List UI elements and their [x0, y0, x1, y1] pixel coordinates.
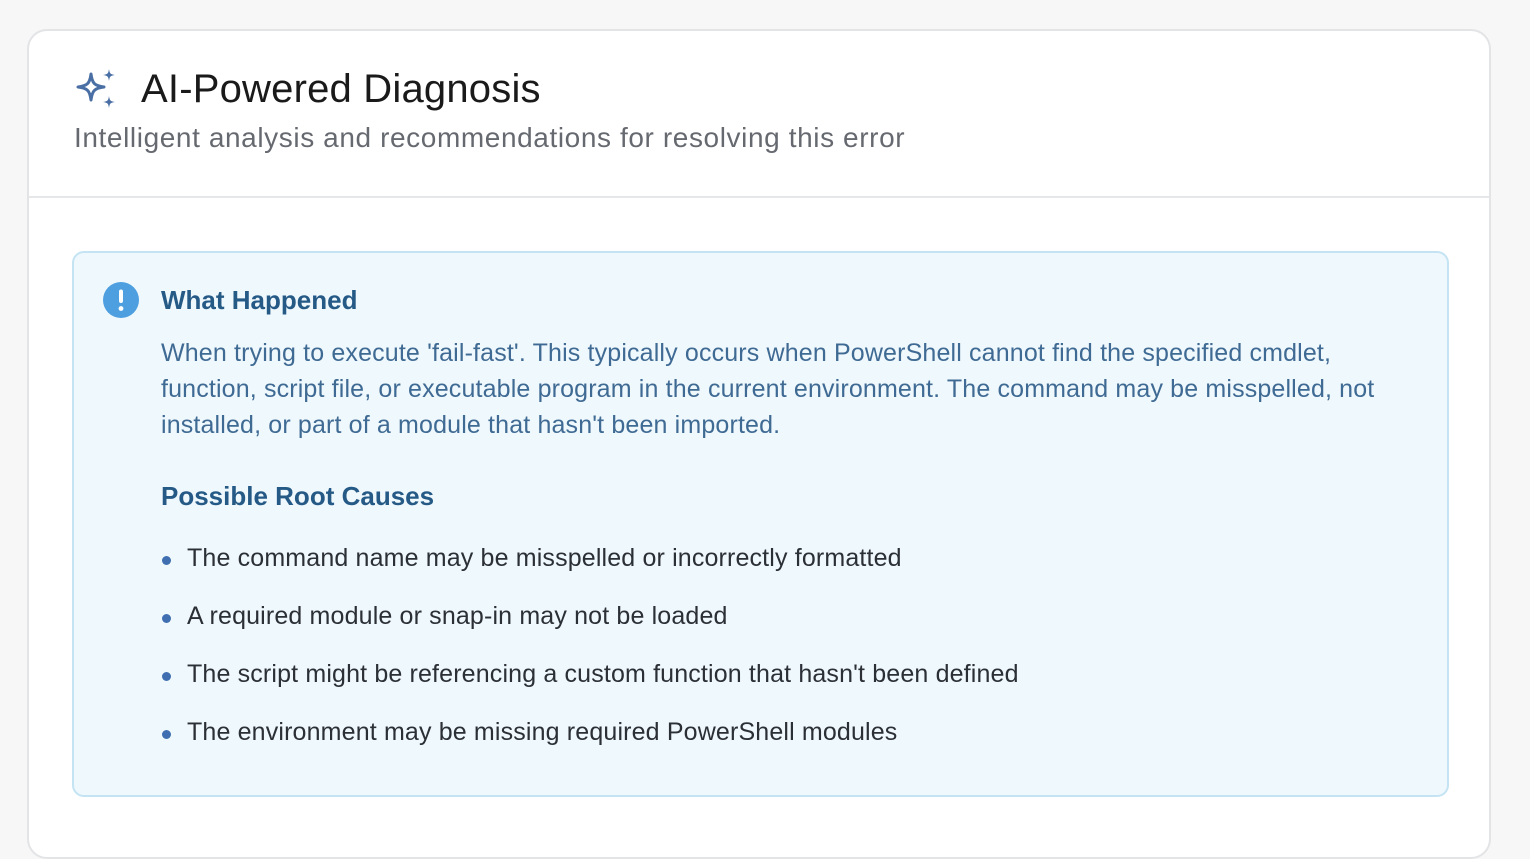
list-item: The command name may be misspelled or in…	[161, 540, 1019, 598]
diagnosis-card: AI-Powered Diagnosis Intelligent analysi…	[27, 29, 1491, 859]
cause-text: The script might be referencing a custom…	[187, 660, 1019, 688]
page-title: AI-Powered Diagnosis	[141, 67, 541, 111]
bullet-icon	[162, 672, 171, 681]
sparkles-icon	[76, 69, 115, 108]
list-item: The script might be referencing a custom…	[161, 656, 1019, 714]
page-subtitle: Intelligent analysis and recommendations…	[74, 122, 906, 153]
bullet-icon	[162, 556, 171, 565]
root-causes-heading: Possible Root Causes	[161, 481, 435, 511]
alert-description: When trying to execute 'fail-fast'. This…	[161, 339, 1375, 439]
info-circle-icon	[103, 282, 139, 318]
list-item: The environment may be missing required …	[161, 714, 1019, 772]
cause-text: A required module or snap-in may not be …	[187, 602, 728, 630]
list-item: A required module or snap-in may not be …	[161, 598, 1019, 656]
bullet-icon	[162, 730, 171, 739]
card-header: AI-Powered Diagnosis Intelligent analysi…	[29, 31, 1489, 198]
cause-text: The environment may be missing required …	[187, 718, 898, 746]
alert-title: What Happened	[161, 285, 358, 315]
cause-text: The command name may be misspelled or in…	[187, 544, 902, 572]
what-happened-alert: What Happened When trying to execute 'fa…	[72, 251, 1449, 797]
title-row: AI-Powered Diagnosis	[74, 65, 541, 113]
root-causes-list: The command name may be misspelled or in…	[161, 540, 1019, 772]
bullet-icon	[162, 614, 171, 623]
